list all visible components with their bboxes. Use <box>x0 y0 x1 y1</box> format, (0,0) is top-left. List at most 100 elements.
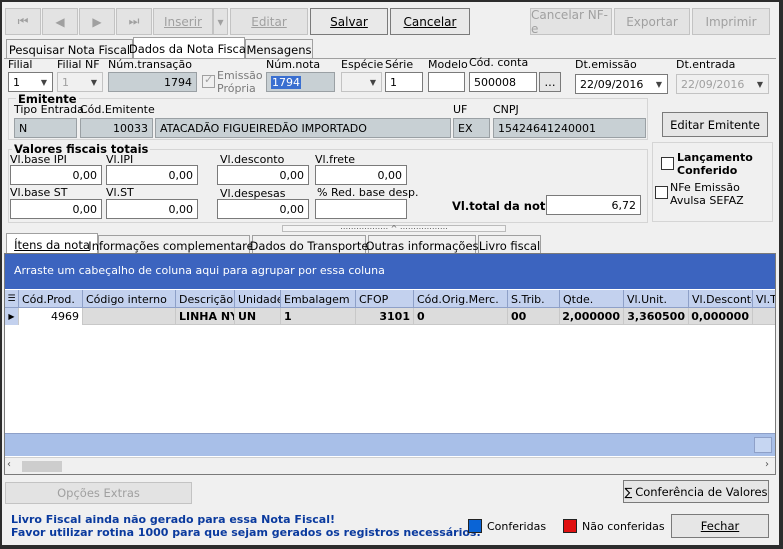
cell-unidade[interactable]: UN <box>235 308 281 325</box>
especie-select[interactable]: ▼ <box>341 72 382 92</box>
cell-qtde[interactable]: 2,000000 <box>560 308 624 325</box>
grid-footer-summary <box>5 433 775 456</box>
col-s-trib[interactable]: S.Trib. <box>508 290 560 308</box>
editar-label: Editar <box>251 14 287 29</box>
emissao-propria-label: Emissão Própria <box>217 69 263 95</box>
base-st-field[interactable]: 0,00 <box>10 199 102 219</box>
cell-cod-orig-merc[interactable]: 0 <box>414 308 508 325</box>
col-embalagem[interactable]: Embalagem <box>281 290 356 308</box>
dt-emissao-field[interactable]: 22/09/2016 ▼ <box>575 74 668 94</box>
col-cfop[interactable]: CFOP <box>356 290 414 308</box>
scroll-right-icon[interactable]: › <box>765 459 769 470</box>
next-record-button[interactable]: ▶ <box>79 8 115 35</box>
tab-itens-da-nota[interactable]: Ítens da nota <box>6 233 98 255</box>
filial-select[interactable]: 1 ▼ <box>8 72 53 92</box>
cell-cfop[interactable]: 3101 <box>356 308 414 325</box>
horizontal-scrollbar[interactable]: ‹ › <box>5 457 775 474</box>
tab-dados-do-transporte[interactable]: Dados do Transporte <box>250 235 368 255</box>
imprimir-button[interactable]: Imprimir <box>692 8 770 35</box>
emissao-propria-checkbox[interactable]: ✓ <box>202 73 215 88</box>
cod-conta-field[interactable]: 500008 <box>469 72 537 92</box>
col-vl-unit[interactable]: Vl.Unit. <box>624 290 689 308</box>
previous-record-button[interactable]: ◀ <box>42 8 78 35</box>
cell-vl-desconto[interactable]: 0,000000 <box>689 308 753 325</box>
num-nota-label: Núm.nota <box>266 58 321 71</box>
tab-informacoes-complementares[interactable]: Informações complementares <box>88 235 260 255</box>
tab-pesquisar-nota-fiscal[interactable]: Pesquisar Nota Fiscal <box>6 39 133 59</box>
cell-vl-unit[interactable]: 3,360500 <box>624 308 689 325</box>
cnpj-field: 15424641240001 <box>493 118 646 138</box>
base-st-label: Vl.base ST <box>10 186 68 199</box>
editar-emitente-button[interactable]: Editar Emitente <box>662 112 768 137</box>
cell-cod-prod[interactable]: 4969 <box>19 308 83 325</box>
filial-nf-select[interactable]: 1 ▼ <box>57 72 103 92</box>
tab-mensagens[interactable]: Mensagens <box>245 39 313 59</box>
total-label: Vl.total da nota: <box>452 199 558 213</box>
grid-header: ☰ Cód.Prod. Código interno Descrição Uni… <box>5 290 775 308</box>
filial-nf-label: Filial NF <box>57 58 100 71</box>
cell-s-trib[interactable]: 00 <box>508 308 560 325</box>
nfe-avulsa-checkbox[interactable] <box>655 186 668 199</box>
cancelar-button[interactable]: Cancelar <box>390 8 470 35</box>
salvar-button[interactable]: Salvar <box>310 8 388 35</box>
modelo-field[interactable] <box>428 72 465 92</box>
desconto-field[interactable]: 0,00 <box>217 165 309 185</box>
conferencia-valores-button[interactable]: ∑ Conferência de Valores <box>623 480 769 503</box>
col-cod-prod[interactable]: Cód.Prod. <box>19 290 83 308</box>
cod-conta-lookup-button[interactable]: ... <box>539 72 561 92</box>
st-field[interactable]: 0,00 <box>106 199 198 219</box>
inserir-button[interactable]: Inserir <box>153 8 213 35</box>
column-chooser-icon[interactable]: ☰ <box>5 290 19 308</box>
row-pointer-icon: ▶ <box>5 308 19 325</box>
red-base-field[interactable] <box>315 199 407 219</box>
opcoes-extras-button[interactable]: Opções Extras <box>5 482 192 504</box>
table-row[interactable]: ▶ 4969 LINHA NYL UN 1 3101 0 00 2,000000… <box>5 308 775 325</box>
tab-livro-fiscal[interactable]: Livro fiscal <box>478 235 541 255</box>
ipi-field[interactable]: 0,00 <box>106 165 198 185</box>
chevron-down-icon: ▼ <box>369 77 377 87</box>
col-descricao[interactable]: Descrição <box>176 290 235 308</box>
col-cod-orig-merc[interactable]: Cód.Orig.Merc. <box>414 290 508 308</box>
first-record-button[interactable]: ⏮ <box>5 8 41 35</box>
despesas-field[interactable]: 0,00 <box>217 199 309 219</box>
col-unidade[interactable]: Unidade <box>235 290 281 308</box>
summary-cell <box>754 437 772 453</box>
lancamento-conferido-checkbox[interactable] <box>661 157 674 170</box>
dt-entrada-label: Dt.entrada <box>676 58 736 71</box>
cod-emitente-label: Cód.Emitente <box>80 103 155 116</box>
dt-emissao-label: Dt.emissão <box>575 58 637 71</box>
chevron-down-icon: ▼ <box>655 79 663 89</box>
cancelar-nfe-button[interactable]: Cancelar NF-e <box>530 8 612 36</box>
col-vl-total[interactable]: Vl.T <box>753 290 775 308</box>
dt-entrada-field[interactable]: 22/09/2016 ▼ <box>676 74 769 94</box>
col-vl-desconto[interactable]: Vl.Desconto <box>689 290 753 308</box>
cell-codigo-interno[interactable] <box>83 308 176 325</box>
items-grid[interactable]: Arraste um cabeçalho de coluna aqui para… <box>4 253 776 475</box>
editar-button[interactable]: Editar <box>230 8 308 35</box>
inserir-label: Inserir <box>164 14 202 29</box>
fechar-label: Fechar <box>700 519 740 533</box>
num-nota-field[interactable]: 1794 <box>266 72 335 92</box>
cell-descricao[interactable]: LINHA NYL <box>176 308 235 325</box>
tab-outras-informacoes[interactable]: Outras informações <box>365 235 479 255</box>
col-codigo-interno[interactable]: Código interno <box>83 290 176 308</box>
tab-dados-da-nota-fiscal[interactable]: Dados da Nota Fiscal <box>129 37 249 59</box>
nome-emitente-field: ATACADÃO FIGUEIREDÃO IMPORTADO <box>155 118 451 138</box>
splitter-handle[interactable]: ⋯⋯⋯⋯⋯⋯ ^ ⋯⋯⋯⋯⋯⋯ <box>282 225 506 233</box>
fechar-button[interactable]: Fechar <box>671 514 769 538</box>
check-icon: ✓ <box>204 73 214 86</box>
frete-field[interactable]: 0,00 <box>315 165 407 185</box>
base-ipi-field[interactable]: 0,00 <box>10 165 102 185</box>
inserir-dropdown-button[interactable]: ▾ <box>213 8 228 35</box>
scrollbar-thumb[interactable] <box>22 461 62 472</box>
cell-vl-total[interactable] <box>753 308 775 325</box>
scroll-left-icon[interactable]: ‹ <box>7 459 11 470</box>
exportar-button[interactable]: Exportar <box>614 8 690 35</box>
filial-label: Filial <box>8 58 33 71</box>
chevron-down-icon: ▼ <box>90 77 98 87</box>
col-qtde[interactable]: Qtde. <box>560 290 624 308</box>
cell-embalagem[interactable]: 1 <box>281 308 356 325</box>
last-record-button[interactable]: ⏭ <box>116 8 152 35</box>
nao-conferidas-label: Não conferidas <box>582 520 665 533</box>
serie-field[interactable]: 1 <box>385 72 423 92</box>
